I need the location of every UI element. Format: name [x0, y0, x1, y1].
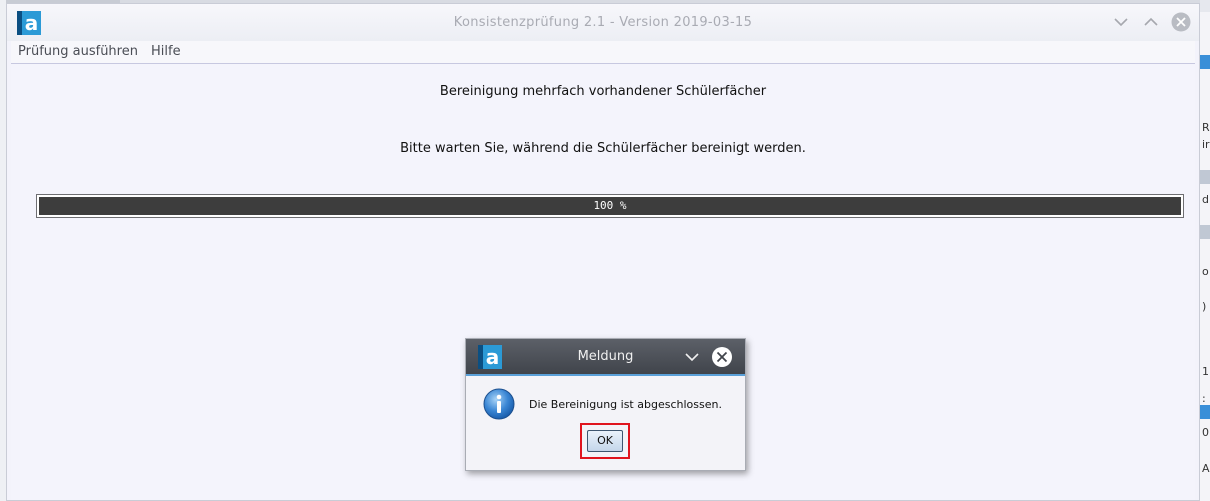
bg-stripe: [1200, 0, 1210, 12]
dialog-titlebar[interactable]: a Meldung: [466, 339, 745, 376]
dialog-title: Meldung: [577, 349, 634, 364]
info-icon: [483, 388, 515, 420]
chevron-down-icon: [685, 353, 699, 362]
ok-button[interactable]: OK: [587, 430, 623, 452]
chevron-up-icon: [1144, 17, 1158, 26]
chevron-down-icon: [1114, 18, 1128, 27]
bg-text-fragment: o: [1202, 265, 1209, 278]
bg-stripe: [1200, 405, 1210, 419]
close-icon: [1171, 12, 1191, 32]
progress-label: 100 %: [593, 199, 627, 212]
maximize-button[interactable]: [1141, 12, 1161, 32]
screen: R ir d o ) 1 : 0 A a Konsistenzprüfung 2…: [0, 0, 1210, 501]
progress-bar: 100 %: [36, 194, 1184, 218]
menu-pruefung-ausfuehren[interactable]: Prüfung ausführen: [18, 44, 138, 59]
bg-stripe: [1200, 170, 1210, 184]
bg-text-fragment: ): [1202, 300, 1207, 313]
bg-stripe: [1200, 55, 1210, 69]
message-dialog: a Meldung Die Bereinigung ist abgeschlos…: [465, 338, 746, 471]
menubar: Prüfung ausführen Hilfe: [11, 41, 1195, 64]
menu-hilfe[interactable]: Hilfe: [151, 44, 181, 59]
bg-text-fragment: 0: [1202, 426, 1209, 439]
bg-text-fragment: 1: [1202, 365, 1209, 378]
page-heading: Bereinigung mehrfach vorhandener Schüler…: [439, 84, 767, 99]
dialog-message: Die Bereinigung ist abgeschlossen.: [529, 398, 722, 411]
bg-text-fragment: d: [1202, 193, 1209, 206]
bg-text-fragment: ir: [1202, 138, 1210, 151]
bg-text-fragment: R: [1202, 121, 1210, 134]
window-title: Konsistenzprüfung 2.1 - Version 2019-03-…: [453, 15, 753, 30]
dialog-body: Die Bereinigung ist abgeschlossen. OK: [466, 376, 745, 470]
dialog-minimize-button[interactable]: [681, 346, 703, 368]
window-titlebar[interactable]: a Konsistenzprüfung 2.1 - Version 2019-0…: [7, 4, 1199, 41]
bg-text-fragment: A: [1202, 462, 1210, 475]
dialog-close-button[interactable]: [711, 346, 733, 368]
minimize-button[interactable]: [1111, 12, 1131, 32]
background-app-right-edge: R ir d o ) 1 : 0 A: [1200, 0, 1210, 501]
close-button[interactable]: [1171, 12, 1191, 32]
close-icon: [712, 347, 732, 367]
bg-stripe: [1200, 225, 1210, 239]
status-text: Bitte warten Sie, während die Schülerfäc…: [400, 141, 806, 156]
bg-text-fragment: :: [1202, 392, 1206, 405]
